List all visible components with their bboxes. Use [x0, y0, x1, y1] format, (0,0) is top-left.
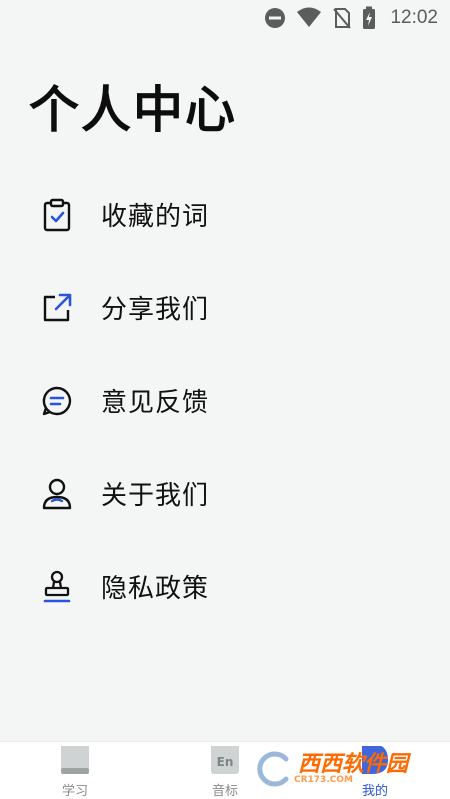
status-time: 12:02 [390, 7, 438, 28]
wifi-icon [296, 7, 322, 29]
menu-item-share[interactable]: 分享我们 [0, 261, 450, 354]
stamp-icon [40, 570, 74, 604]
person-icon [40, 477, 74, 511]
menu-item-label: 分享我们 [101, 295, 210, 325]
tab-label: 学习 [61, 784, 88, 799]
menu-item-feedback[interactable]: 意见反馈 [0, 354, 450, 447]
menu-item-label: 隐私政策 [101, 574, 210, 604]
chat-bubble-icon [40, 384, 74, 418]
tab-label: 我的 [361, 784, 388, 799]
clipboard-check-icon [40, 198, 74, 232]
profile-icon [360, 742, 390, 776]
page-title: 个人中心 [29, 81, 237, 139]
tab-study[interactable]: 学习 [0, 742, 150, 799]
bottom-tab-bar: 学习 En 音标 我的 [0, 741, 450, 799]
menu-item-label: 关于我们 [101, 481, 210, 511]
book-icon [60, 742, 90, 776]
battery-charging-icon [362, 6, 376, 30]
no-sim-icon [332, 7, 352, 29]
menu-item-favorites[interactable]: 收藏的词 [0, 168, 450, 261]
menu-item-privacy[interactable]: 隐私政策 [0, 540, 450, 633]
share-icon [40, 291, 74, 325]
tab-phonetics[interactable]: En 音标 [150, 742, 300, 799]
menu-list: 收藏的词 分享我们 意见反馈 关于我们 隐私政策 [0, 168, 450, 633]
en-card-icon: En [210, 742, 240, 776]
tab-profile[interactable]: 我的 [300, 742, 450, 799]
status-bar: 12:02 [0, 0, 450, 36]
do-not-disturb-icon [264, 7, 286, 29]
tab-label: 音标 [211, 784, 238, 799]
menu-item-about[interactable]: 关于我们 [0, 447, 450, 540]
svg-text:En: En [217, 755, 234, 769]
menu-item-label: 收藏的词 [101, 202, 210, 232]
menu-item-label: 意见反馈 [101, 388, 210, 418]
